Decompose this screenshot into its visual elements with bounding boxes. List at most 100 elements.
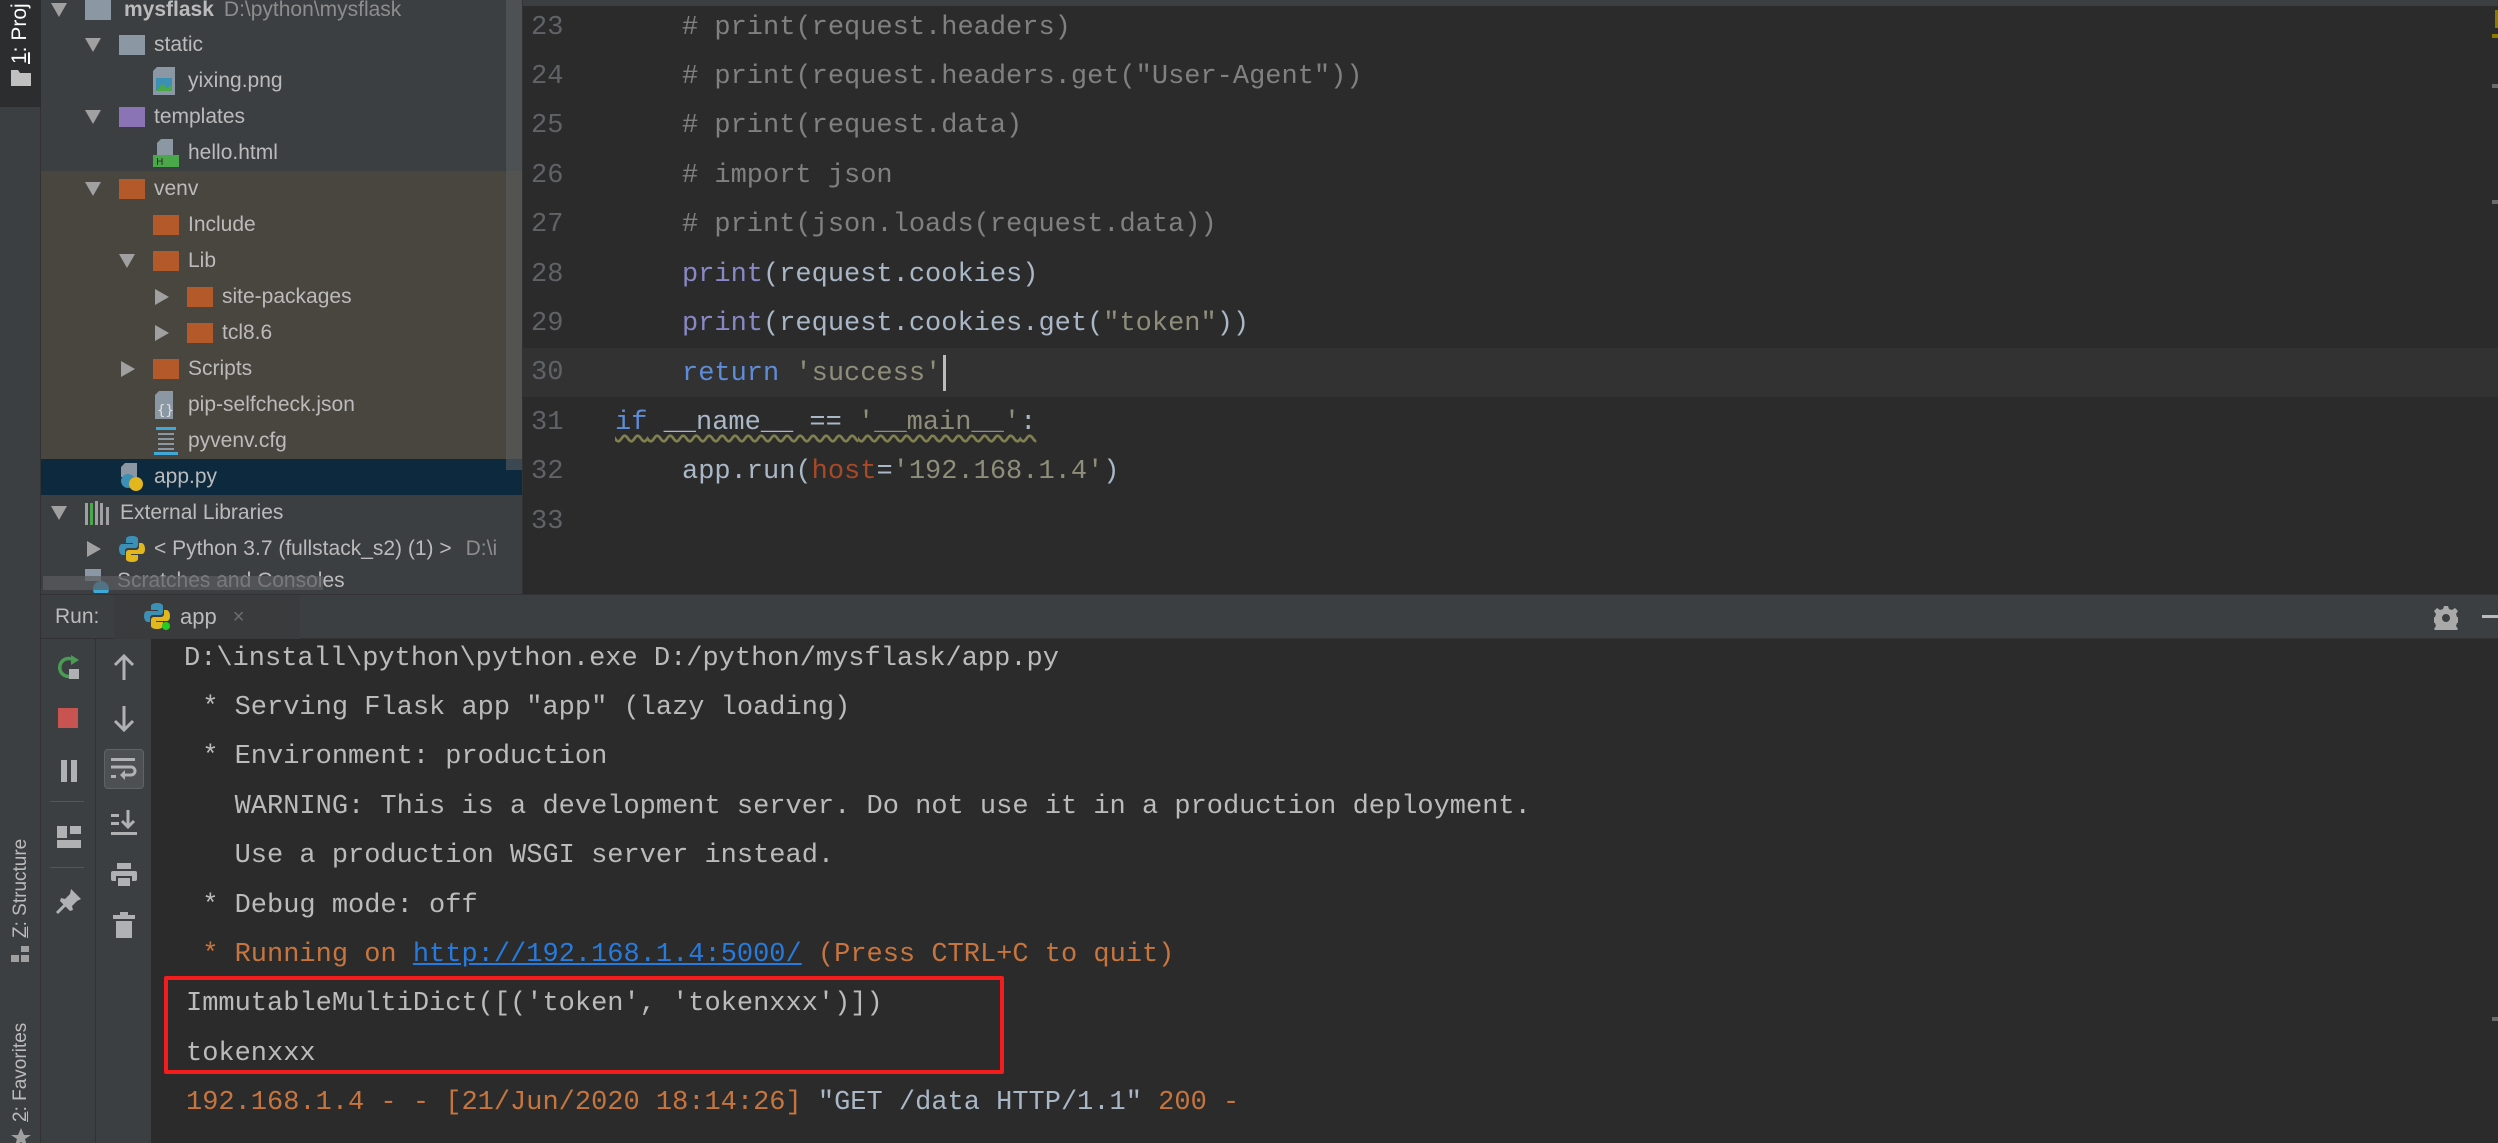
excluded-folder-icon: [187, 323, 213, 343]
line-number: 23: [531, 12, 564, 43]
stop-button[interactable]: [55, 705, 83, 733]
scroll-to-end-button[interactable]: [110, 809, 138, 837]
excluded-folder-icon: [153, 215, 179, 235]
config-file-icon: [154, 427, 178, 455]
tree-item-site-packages[interactable]: site-packages: [41, 279, 522, 315]
close-tab-icon[interactable]: ×: [233, 606, 245, 629]
tree-item-static[interactable]: static: [41, 27, 522, 63]
clear-all-button[interactable]: [110, 911, 138, 939]
tree-horizontal-scrollbar[interactable]: [43, 576, 323, 590]
tree-item-templates[interactable]: templates: [41, 99, 522, 135]
tree-item-external-libraries[interactable]: External Libraries: [41, 495, 522, 531]
arrow-down-icon: [113, 706, 135, 732]
console-line: D:\install\python\python.exe D:/python/m…: [184, 643, 1059, 674]
run-panel-header: Run: app ×: [41, 594, 2498, 639]
scroll-up-button[interactable]: [110, 653, 138, 681]
favorites-tool-tab[interactable]: 2: Favorites: [0, 1000, 41, 1143]
tree-item-pip-selfcheck[interactable]: {} pip-selfcheck.json: [41, 387, 522, 423]
chevron-down-icon[interactable]: [51, 506, 67, 520]
code-line[interactable]: 24 # print(request.headers.get("User-Age…: [523, 52, 2498, 101]
tree-vertical-scrollbar[interactable]: [506, 0, 522, 470]
console-line-request-log: 192.168.1.4 - - [21/Jun/2020 18:14:26] "…: [186, 1087, 1240, 1118]
run-tab-app[interactable]: app ×: [114, 595, 300, 639]
tree-item-lib[interactable]: Lib: [41, 243, 522, 279]
pin-tab-button[interactable]: [55, 887, 83, 915]
code-line[interactable]: 25 # print(request.data): [523, 101, 2498, 150]
line-number: 29: [531, 308, 564, 339]
code-line[interactable]: 31 if __name__ == '__main__':: [523, 398, 2498, 447]
chevron-down-icon[interactable]: [85, 38, 101, 52]
line-number: 27: [531, 209, 564, 240]
rerun-icon: [58, 655, 79, 679]
run-label: Run:: [55, 605, 100, 628]
code-line-current[interactable]: 30 return 'success': [523, 348, 2498, 397]
chevron-down-icon[interactable]: [85, 182, 101, 196]
tree-item-tcl[interactable]: tcl8.6: [41, 315, 522, 351]
excluded-folder-icon: [187, 287, 213, 307]
trash-icon: [113, 912, 135, 938]
code-line[interactable]: 29 print(request.cookies.get("token")): [523, 299, 2498, 348]
folder-icon: [11, 70, 31, 86]
layout-icon: [57, 826, 81, 848]
structure-tool-tab[interactable]: Z: Structure: [0, 820, 41, 970]
structure-tab-label: Z: Structure: [10, 838, 31, 938]
tree-item-app-py[interactable]: app.py: [41, 459, 522, 495]
warning-marker[interactable]: [2492, 34, 2498, 38]
code-line[interactable]: 23 # print(request.headers): [523, 3, 2498, 52]
layout-button[interactable]: [55, 823, 83, 851]
console-line: * Serving Flask app "app" (lazy loading): [186, 692, 851, 723]
server-url-link[interactable]: http://192.168.1.4:5000/: [413, 940, 802, 970]
run-console-output[interactable]: D:\install\python\python.exe D:/python/m…: [152, 639, 2498, 1143]
scroll-down-button[interactable]: [110, 705, 138, 733]
code-editor[interactable]: 23 # print(request.headers) 24 # print(r…: [522, 0, 2498, 594]
chevron-down-icon[interactable]: [51, 3, 67, 17]
project-tree: mysflask D:\python\mysflask static yixin…: [41, 0, 522, 594]
soft-wrap-toggle[interactable]: [104, 749, 144, 789]
print-button[interactable]: [110, 861, 138, 889]
chevron-down-icon[interactable]: [119, 254, 135, 268]
pin-icon: [55, 889, 81, 915]
console-line: WARNING: This is a development server. D…: [186, 791, 1531, 822]
line-number: 30: [531, 357, 564, 388]
code-line[interactable]: 32 app.run(host='192.168.1.4'): [523, 447, 2498, 496]
chevron-down-icon[interactable]: [85, 110, 101, 124]
code-line[interactable]: 28 print(request.cookies): [523, 250, 2498, 299]
tree-item-yixing-png[interactable]: yixing.png: [41, 63, 522, 99]
chevron-right-icon[interactable]: [155, 325, 169, 341]
line-number: 26: [531, 160, 564, 191]
chevron-right-icon[interactable]: [87, 541, 101, 557]
code-line[interactable]: 26 # import json: [523, 151, 2498, 200]
line-number: 31: [531, 407, 564, 438]
chevron-right-icon[interactable]: [155, 289, 169, 305]
tree-item-python-sdk[interactable]: < Python 3.7 (fullstack_s2) (1) > D:\i: [41, 531, 522, 567]
html-file-icon: H: [153, 139, 179, 167]
tree-item-mysflask[interactable]: mysflask D:\python\mysflask: [41, 0, 522, 28]
console-line: * Debug mode: off: [186, 890, 478, 921]
code-line[interactable]: 27 # print(json.loads(request.data)): [523, 200, 2498, 249]
project-tab-label: 1: Proj: [8, 3, 31, 64]
console-line: Use a production WSGI server instead.: [186, 840, 835, 871]
console-line-token: tokenxxx: [186, 1038, 316, 1069]
folder-icon: [85, 0, 111, 20]
project-tool-tab[interactable]: 1: Proj: [0, 0, 41, 107]
rerun-button[interactable]: [55, 653, 83, 681]
minimize-icon[interactable]: [2482, 615, 2498, 618]
pause-button[interactable]: [55, 757, 83, 785]
tree-item-scripts[interactable]: Scripts: [41, 351, 522, 387]
scrollbar-marker[interactable]: [2492, 200, 2498, 204]
tree-item-include[interactable]: Include: [41, 207, 522, 243]
tree-item-venv[interactable]: venv: [41, 171, 522, 207]
chevron-right-icon[interactable]: [121, 361, 135, 377]
svg-text:{}: {}: [157, 403, 174, 419]
tree-item-pyvenv-cfg[interactable]: pyvenv.cfg: [41, 423, 522, 459]
favorites-tab-label: 2: Favorites: [10, 1022, 31, 1122]
tree-item-hello-html[interactable]: H hello.html: [41, 135, 522, 171]
scroll-to-end-icon: [111, 810, 137, 835]
scrollbar-marker[interactable]: [2492, 1017, 2498, 1021]
console-line-running: * Running on http://192.168.1.4:5000/ (P…: [186, 939, 1175, 970]
gear-icon[interactable]: [2434, 606, 2458, 630]
python-icon: [119, 536, 145, 562]
scrollbar-marker[interactable]: [2492, 84, 2498, 88]
svg-text:H: H: [156, 157, 164, 167]
code-line[interactable]: 33: [523, 497, 2498, 546]
